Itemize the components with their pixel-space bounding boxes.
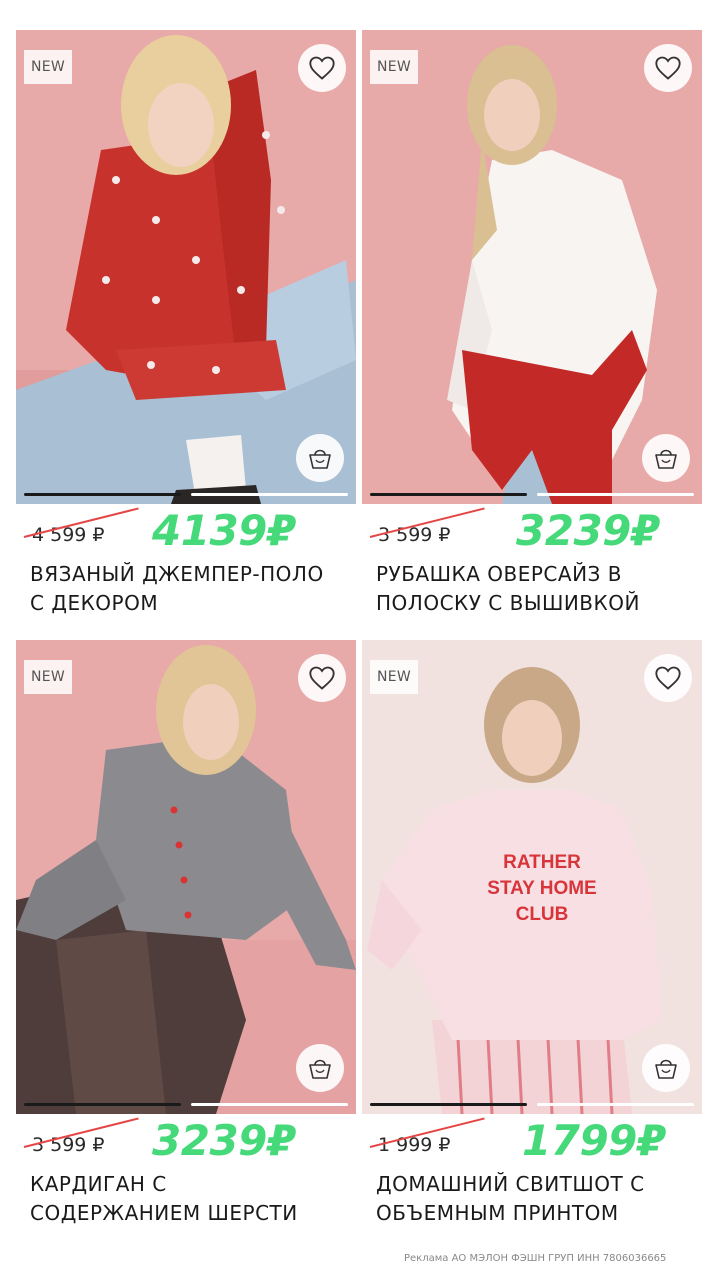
product-photo[interactable]: RATHER STAY HOME CLUB NEW	[362, 640, 702, 1114]
product-card[interactable]: NEW 4 599 ₽ 4139₽ ВЯЗАНЫЙ ДЖЕМПЕР-ПОЛО С…	[16, 30, 356, 620]
gallery-segment-active	[370, 493, 527, 496]
new-badge: NEW	[24, 660, 72, 694]
price-block: 1 999 ₽ 1799₽	[362, 1114, 702, 1170]
price-block: 4 599 ₽ 4139₽	[16, 504, 356, 560]
basket-icon	[309, 449, 331, 469]
product-card[interactable]: NEW 3 599 ₽ 3239₽ КАРДИГАН С СОДЕРЖАНИЕМ…	[16, 640, 356, 1230]
add-to-cart-button[interactable]	[296, 1044, 344, 1092]
heart-icon	[655, 56, 681, 80]
price-block: 3 599 ₽ 3239₽	[362, 504, 702, 560]
product-card[interactable]: RATHER STAY HOME CLUB NEW 1 999 ₽ 1799₽ …	[362, 640, 702, 1230]
gallery-indicator	[24, 493, 348, 496]
heart-icon	[309, 56, 335, 80]
product-card[interactable]: NEW 3 599 ₽ 3239₽ РУБАШКА ОВЕРСАЙЗ В ПОЛ…	[362, 30, 702, 620]
new-badge: NEW	[24, 50, 72, 84]
product-photo[interactable]: NEW	[362, 30, 702, 504]
product-title-line: ОБЪЕМНЫМ ПРИНТОМ	[376, 1201, 619, 1225]
product-title-line: РУБАШКА ОВЕРСАЙЗ В	[376, 562, 622, 586]
gallery-segment-active	[370, 1103, 527, 1106]
gallery-segment-active	[24, 1103, 181, 1106]
sweatshirt-print: RATHER STAY HOME CLUB	[462, 850, 622, 928]
gallery-segment	[537, 1103, 694, 1106]
old-price: 1 999 ₽	[369, 1117, 485, 1156]
print-line: STAY HOME	[487, 878, 597, 899]
product-title[interactable]: ВЯЗАНЫЙ ДЖЕМПЕР-ПОЛО С ДЕКОРОМ	[30, 560, 350, 618]
favorite-button[interactable]	[298, 654, 346, 702]
old-price-text: 4 599 ₽	[32, 524, 105, 546]
add-to-cart-button[interactable]	[296, 434, 344, 482]
product-title-line: СОДЕРЖАНИЕМ ШЕРСТИ	[30, 1201, 298, 1225]
product-title-line: С ДЕКОРОМ	[30, 591, 159, 615]
product-title-line: ВЯЗАНЫЙ ДЖЕМПЕР-ПОЛО	[30, 562, 324, 586]
heart-icon	[309, 666, 335, 690]
new-badge: NEW	[370, 50, 418, 84]
product-image	[16, 640, 356, 1114]
add-to-cart-button[interactable]	[642, 434, 690, 482]
ad-disclaimer: Реклама АО МЭЛОН ФЭШН ГРУП ИНН 780603666…	[404, 1253, 667, 1264]
product-photo[interactable]: NEW	[16, 30, 356, 504]
print-line: CLUB	[515, 904, 569, 925]
old-price-text: 1 999 ₽	[378, 1134, 451, 1156]
favorite-button[interactable]	[298, 44, 346, 92]
favorite-button[interactable]	[644, 654, 692, 702]
heart-icon	[655, 666, 681, 690]
product-title[interactable]: РУБАШКА ОВЕРСАЙЗ В ПОЛОСКУ С ВЫШИВКОЙ	[376, 560, 696, 618]
sale-price: 3239₽	[152, 1116, 296, 1165]
old-price: 3 599 ₽	[23, 1117, 139, 1156]
favorite-button[interactable]	[644, 44, 692, 92]
old-price: 4 599 ₽	[23, 507, 139, 546]
product-photo[interactable]: NEW	[16, 640, 356, 1114]
gallery-segment	[191, 1103, 348, 1106]
gallery-indicator	[24, 1103, 348, 1106]
print-line: RATHER	[503, 852, 581, 873]
basket-icon	[655, 449, 677, 469]
new-badge: NEW	[370, 660, 418, 694]
product-title-line: ПОЛОСКУ С ВЫШИВКОЙ	[376, 591, 640, 615]
basket-icon	[309, 1059, 331, 1079]
old-price: 3 599 ₽	[369, 507, 485, 546]
sale-price: 4139₽	[152, 506, 296, 555]
sale-price: 3239₽	[516, 506, 660, 555]
gallery-segment-active	[24, 493, 181, 496]
product-title[interactable]: КАРДИГАН С СОДЕРЖАНИЕМ ШЕРСТИ	[30, 1170, 350, 1228]
gallery-segment	[191, 493, 348, 496]
add-to-cart-button[interactable]	[642, 1044, 690, 1092]
product-title-line: ДОМАШНИЙ СВИТШОТ С	[376, 1172, 645, 1196]
gallery-segment	[537, 493, 694, 496]
old-price-text: 3 599 ₽	[378, 524, 451, 546]
gallery-indicator	[370, 1103, 694, 1106]
product-image	[16, 30, 356, 504]
price-block: 3 599 ₽ 3239₽	[16, 1114, 356, 1170]
product-title[interactable]: ДОМАШНИЙ СВИТШОТ С ОБЪЕМНЫМ ПРИНТОМ	[376, 1170, 696, 1228]
gallery-indicator	[370, 493, 694, 496]
product-image	[362, 30, 702, 504]
product-title-line: КАРДИГАН С	[30, 1172, 167, 1196]
sale-price: 1799₽	[522, 1116, 666, 1165]
basket-icon	[655, 1059, 677, 1079]
old-price-text: 3 599 ₽	[32, 1134, 105, 1156]
